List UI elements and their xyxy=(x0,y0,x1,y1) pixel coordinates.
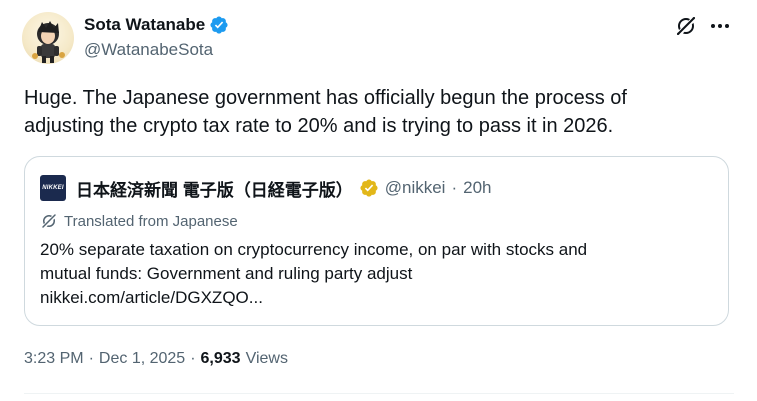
tweet-text-line: adjusting the crypto tax rate to 20% and… xyxy=(24,115,614,137)
anime-character-avatar xyxy=(32,21,65,63)
tweet-date[interactable]: Dec 1, 2025 xyxy=(99,350,185,368)
quoted-tweet-time[interactable]: 20h xyxy=(463,178,491,198)
translated-label: Translated from Japanese xyxy=(64,212,238,230)
grok-button[interactable] xyxy=(674,14,698,38)
gold-verified-badge-icon xyxy=(359,178,379,198)
quoted-tweet-card[interactable]: NIKKEI 日本経済新聞 電子版（日経電子版） @nikkei · 20h T… xyxy=(24,156,729,326)
views-label: Views xyxy=(245,350,288,367)
separator-dot: · xyxy=(451,178,458,197)
quoted-author-handle[interactable]: @nikkei xyxy=(385,178,446,198)
translate-icon xyxy=(42,214,56,228)
more-options-button[interactable] xyxy=(708,14,732,38)
divider xyxy=(24,393,734,394)
translated-indicator: Translated from Japanese xyxy=(40,212,238,230)
quoted-body-line: 20% separate taxation on cryptocurrency … xyxy=(40,240,588,259)
quoted-body-line: mutual funds: Government and ruling part… xyxy=(40,264,413,283)
tweet-time[interactable]: 3:23 PM xyxy=(24,350,84,368)
more-options-icon xyxy=(711,24,729,28)
author-display-name[interactable]: Sota Watanabe xyxy=(84,15,205,35)
separator-dot: · xyxy=(190,350,196,367)
grok-icon xyxy=(677,17,696,36)
quoted-tweet-body: 20% separate taxation on cryptocurrency … xyxy=(40,238,715,310)
separator-dot: · xyxy=(88,350,94,367)
author-handle[interactable]: @WatanabeSota xyxy=(84,40,213,60)
quoted-tweet-header: NIKKEI 日本経済新聞 電子版（日経電子版） @nikkei · 20h xyxy=(40,175,492,201)
quoted-body-link[interactable]: nikkei.com/article/DGXZQO... xyxy=(40,286,715,310)
quoted-author-name[interactable]: 日本経済新聞 電子版（日経電子版） xyxy=(76,176,353,201)
blue-verified-badge-icon xyxy=(209,15,229,35)
tweet-text-line: Huge. The Japanese government has offici… xyxy=(24,87,627,109)
author-name-row: Sota Watanabe xyxy=(84,15,229,35)
tweet-meta: 3:23 PM · Dec 1, 2025 · 6,933 Views xyxy=(24,350,288,368)
author-avatar[interactable] xyxy=(22,12,74,64)
views-count[interactable]: 6,933 xyxy=(201,350,241,368)
nikkei-logo[interactable]: NIKKEI xyxy=(40,175,66,201)
tweet-text: Huge. The Japanese government has offici… xyxy=(24,84,724,140)
